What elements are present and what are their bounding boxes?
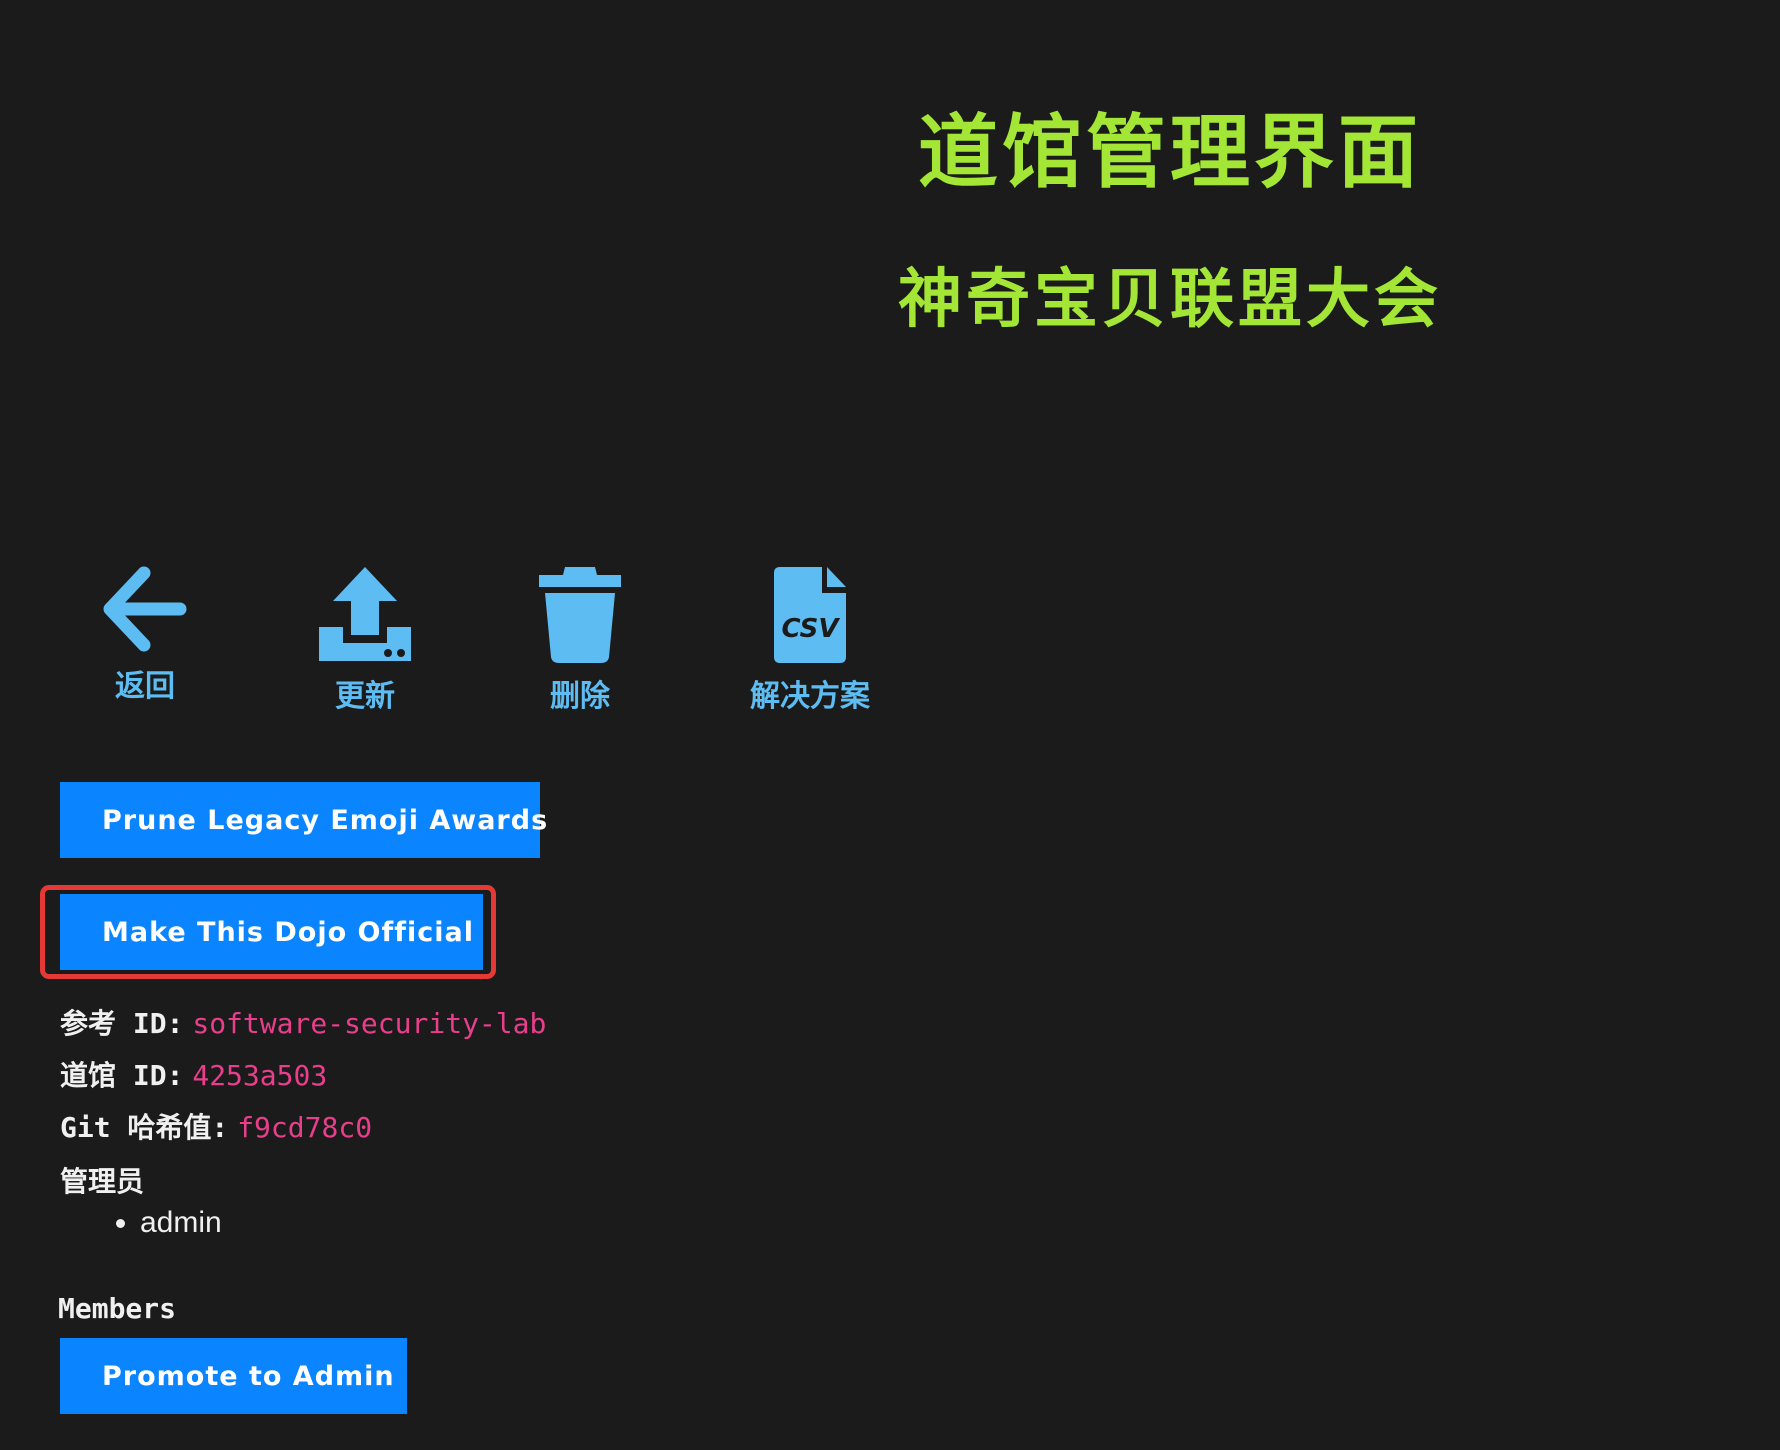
update-label: 更新 (335, 679, 395, 714)
admin-list: admin (60, 1206, 222, 1240)
delete-label: 删除 (550, 679, 610, 714)
prune-emoji-awards-button[interactable]: Prune Legacy Emoji Awards (60, 782, 547, 858)
git-hash-row: Git 哈希值: f9cd78c0 (60, 1108, 372, 1148)
reference-id-value: software-security-lab (192, 1007, 547, 1040)
reference-id-key: 参考 ID: (60, 1007, 184, 1040)
trash-icon (539, 567, 621, 663)
git-hash-key: Git 哈希值: (60, 1111, 229, 1144)
admin-list-item: admin (140, 1206, 222, 1240)
svg-text:CSV: CSV (781, 614, 840, 644)
delete-button[interactable]: 删除 (530, 565, 630, 715)
members-label: Members (58, 1292, 177, 1325)
upload-icon (319, 567, 411, 661)
reference-id-row: 参考 ID: software-security-lab (60, 1004, 546, 1044)
update-button[interactable]: 更新 (315, 565, 415, 715)
page-title: 道馆管理界面 (918, 106, 1422, 199)
admins-label: 管理员 (60, 1165, 145, 1198)
page-subtitle: 神奇宝贝联盟大会 (898, 263, 1442, 337)
back-button[interactable]: 返回 (95, 565, 195, 705)
dojo-id-value: 4253a503 (192, 1059, 328, 1092)
dojo-id-row: 道馆 ID: 4253a503 (60, 1056, 327, 1096)
git-hash-value: f9cd78c0 (237, 1111, 373, 1144)
solutions-label: 解决方案 (750, 679, 870, 714)
promote-to-admin-button[interactable]: Promote to Admin (60, 1338, 407, 1414)
make-official-button[interactable]: Make This Dojo Official (60, 894, 483, 970)
arrow-left-icon (103, 566, 187, 652)
solutions-csv-button[interactable]: CSV 解决方案 (740, 565, 880, 715)
csv-file-icon: CSV (774, 567, 846, 663)
dojo-id-key: 道馆 ID: (60, 1059, 184, 1092)
back-label: 返回 (115, 669, 175, 704)
